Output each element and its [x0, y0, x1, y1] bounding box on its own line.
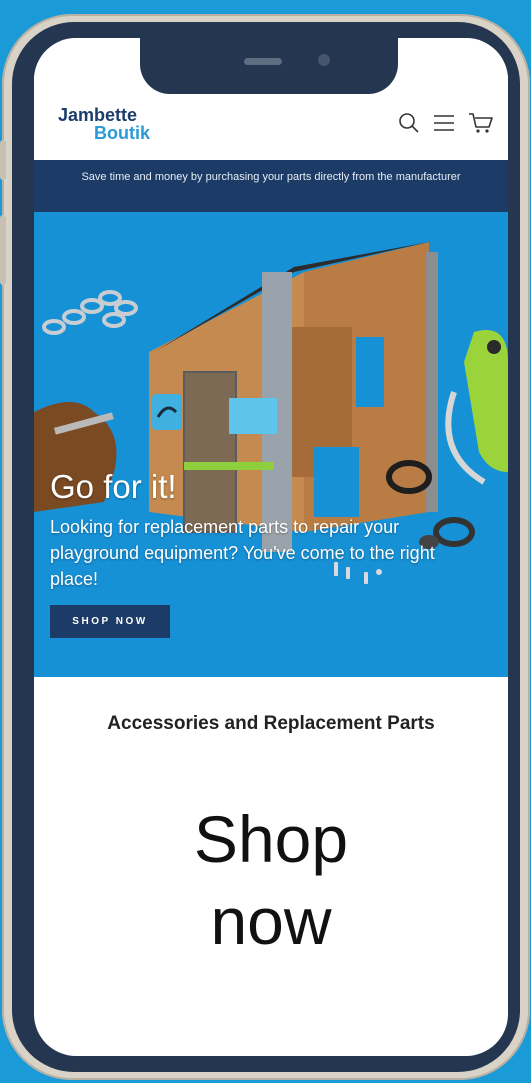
brand-logo[interactable]: Jambette Boutik: [58, 106, 150, 142]
brand-line-2: Boutik: [94, 123, 150, 143]
cart-icon[interactable]: [468, 112, 494, 134]
phone-volume-button: [0, 215, 6, 285]
hero-title: Go for it!: [50, 468, 177, 505]
header-icons: [398, 112, 494, 134]
announcement-bar: Save time and money by purchasing your p…: [34, 160, 508, 212]
phone-screen: Jambette Boutik Save time and money by p…: [34, 38, 508, 1056]
camera-icon: [318, 54, 330, 66]
speaker-grille: [244, 58, 282, 65]
shop-now-button[interactable]: SHOP NOW: [50, 605, 170, 638]
search-icon[interactable]: [398, 112, 420, 134]
shop-now-line-1: Shop: [193, 802, 349, 876]
shop-now-line-2: now: [210, 884, 332, 958]
phone-side-button: [0, 140, 6, 180]
phone-notch: [140, 38, 398, 94]
menu-icon[interactable]: [432, 113, 456, 133]
hero-subtitle: Looking for replacement parts to repair …: [50, 517, 435, 589]
shop-now-tile[interactable]: Shop now: [34, 798, 508, 962]
announcement-text: Save time and money by purchasing your p…: [81, 171, 461, 183]
collection-heading: Accessories and Replacement Parts: [107, 713, 435, 734]
hero-banner: Go for it! Looking for replacement parts…: [34, 212, 508, 677]
brand-line-1: Jambette: [58, 105, 138, 125]
chain-illustration: [42, 290, 138, 335]
